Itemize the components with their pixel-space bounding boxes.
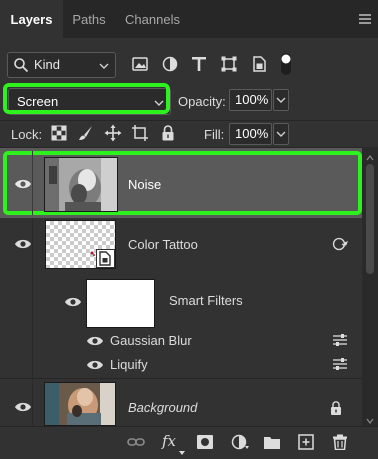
layer-thumbnail bbox=[44, 382, 116, 426]
divider bbox=[32, 218, 33, 378]
lock-position-icon[interactable] bbox=[104, 124, 122, 142]
layer-thumbnail bbox=[44, 157, 118, 212]
blending-options-icon[interactable] bbox=[332, 357, 348, 371]
lock-label: Lock: bbox=[11, 127, 43, 142]
tab-layers[interactable]: Layers bbox=[0, 0, 63, 38]
image-filter-icon[interactable] bbox=[131, 55, 149, 73]
chevron-down-icon bbox=[179, 444, 185, 455]
lock-all-icon[interactable] bbox=[160, 124, 176, 142]
opacity-slider-button[interactable] bbox=[273, 89, 289, 111]
type-filter-icon[interactable] bbox=[190, 55, 208, 73]
tab-paths[interactable]: Paths bbox=[63, 0, 115, 38]
divider bbox=[32, 379, 33, 426]
blend-mode-value: Screen bbox=[17, 94, 59, 109]
add-mask-icon[interactable] bbox=[196, 434, 214, 450]
divider bbox=[0, 120, 378, 121]
fill-input[interactable]: 100% bbox=[229, 123, 272, 145]
layer-name[interactable]: Color Tattoo bbox=[128, 237, 198, 252]
scroll-up-icon[interactable] bbox=[366, 150, 374, 161]
visibility-eye-icon[interactable] bbox=[86, 335, 104, 347]
layer-name[interactable]: Noise bbox=[128, 177, 161, 192]
lock-image-icon[interactable] bbox=[78, 125, 94, 141]
tab-channels[interactable]: Channels bbox=[115, 0, 190, 38]
adjustment-layer-icon[interactable] bbox=[231, 434, 249, 450]
divider bbox=[32, 151, 33, 215]
new-layer-icon[interactable] bbox=[297, 434, 315, 450]
scrollbar-thumb[interactable] bbox=[366, 164, 374, 274]
visibility-eye-icon[interactable] bbox=[14, 178, 32, 190]
opacity-label: Opacity: bbox=[178, 94, 226, 109]
opacity-input[interactable]: 100% bbox=[229, 89, 272, 111]
smart-filter-mask-thumbnail bbox=[86, 279, 155, 328]
link-layers-icon[interactable] bbox=[127, 434, 145, 450]
filter-name-liquify[interactable]: Liquify bbox=[110, 357, 148, 372]
smart-filters-label: Smart Filters bbox=[169, 293, 243, 308]
blending-options-icon[interactable] bbox=[332, 333, 348, 347]
chevron-down-icon bbox=[153, 96, 165, 106]
smart-object-badge-icon bbox=[96, 249, 115, 268]
fill-slider-button[interactable] bbox=[273, 123, 289, 145]
adjustment-filter-icon[interactable] bbox=[161, 55, 179, 73]
lock-transparent-icon[interactable] bbox=[51, 125, 67, 141]
filter-name-gaussian-blur[interactable]: Gaussian Blur bbox=[110, 333, 192, 348]
layer-lock-icon bbox=[329, 400, 343, 416]
smart-object-filter-icon[interactable] bbox=[250, 55, 268, 73]
visibility-eye-icon[interactable] bbox=[64, 296, 82, 308]
panel-menu-icon[interactable] bbox=[358, 11, 372, 27]
scroll-down-icon[interactable] bbox=[366, 413, 374, 424]
layers-bottom-toolbar bbox=[0, 426, 378, 458]
smart-filter-options-icon[interactable] bbox=[330, 236, 350, 252]
shape-filter-icon[interactable] bbox=[220, 55, 238, 73]
delete-layer-icon[interactable] bbox=[331, 434, 349, 451]
filter-toggle-icon[interactable] bbox=[280, 52, 292, 76]
fx-icon[interactable]: fx bbox=[162, 432, 176, 450]
chevron-down-icon bbox=[98, 59, 110, 69]
search-icon bbox=[13, 57, 29, 73]
visibility-eye-icon[interactable] bbox=[14, 401, 32, 413]
filter-kind-label: Kind bbox=[34, 57, 61, 72]
fill-label: Fill: bbox=[204, 127, 225, 142]
visibility-eye-icon[interactable] bbox=[14, 238, 32, 250]
new-group-icon[interactable] bbox=[263, 434, 281, 450]
layer-name[interactable]: Background bbox=[128, 400, 197, 415]
lock-artboard-icon[interactable] bbox=[131, 124, 149, 142]
visibility-eye-icon[interactable] bbox=[86, 359, 104, 371]
